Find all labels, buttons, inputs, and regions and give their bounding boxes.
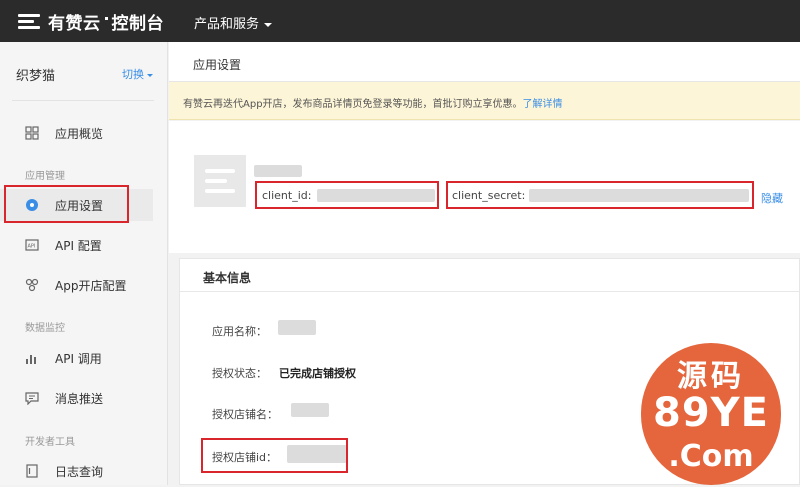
page-title: 应用设置	[193, 58, 242, 72]
section-developer-tools: 开发者工具	[25, 437, 75, 448]
products-services-label: 产品和服务	[194, 17, 260, 32]
sidebar-item-app-store-config[interactable]: App开店配置	[0, 269, 153, 301]
info-label-auth-status: 授权状态：	[212, 367, 267, 380]
hide-secret-link[interactable]: 隐藏	[761, 190, 783, 206]
app-credentials-card: client_id: client_secret:	[169, 121, 800, 253]
sidebar-item-label: 消息推送	[55, 391, 104, 406]
sidebar-item-api-calls[interactable]: API 调用	[0, 342, 153, 374]
highlight-box-client-secret	[446, 181, 754, 209]
sidebar-item-label: 应用概览	[55, 126, 104, 141]
switch-label: 切换	[122, 68, 144, 81]
brand-logo[interactable]: 有赞云 控制台	[18, 10, 164, 34]
store-name: 织梦猫	[16, 69, 56, 84]
auth-status-value: 已完成店铺授权	[279, 367, 356, 380]
chevron-down-icon	[147, 73, 153, 77]
top-navigation-bar: 有赞云 控制台 产品和服务	[0, 0, 800, 42]
sidebar-item-label: 日志查询	[55, 464, 104, 479]
store-name-value-redacted	[291, 403, 329, 417]
share-nodes-icon	[25, 278, 39, 292]
notice-message: 有赞云再迭代App开店，发布商品详情页免登录等功能，首批订购立享优惠。	[183, 99, 523, 110]
basic-info-divider	[180, 291, 800, 292]
section-app-management: 应用管理	[25, 171, 65, 182]
sidebar-item-api-config[interactable]: API API 配置	[0, 229, 153, 261]
console-label: 控制台	[111, 13, 164, 34]
bar-chart-icon	[25, 351, 39, 365]
sidebar-item-label: App开店配置	[55, 278, 127, 293]
watermark-badge: 源码 89YE .Com	[641, 343, 781, 485]
info-label-store-name: 授权店铺名：	[212, 408, 278, 421]
grid-icon	[25, 126, 39, 140]
highlight-box-store-id	[201, 438, 348, 473]
youzan-logo-icon	[18, 12, 42, 30]
notice-text: 有赞云再迭代App开店，发布商品详情页免登录等功能，首批订购立享优惠。了解详情	[183, 95, 563, 110]
chevron-down-icon	[264, 22, 273, 27]
basic-info-title: 基本信息	[203, 271, 252, 285]
watermark-line-3: .Com	[668, 439, 754, 474]
info-label-app-name: 应用名称：	[212, 325, 267, 338]
page-header: 应用设置	[169, 42, 800, 82]
section-data-monitoring: 数据监控	[25, 323, 65, 334]
sidebar-item-app-overview[interactable]: 应用概览	[0, 117, 153, 149]
watermark-line-1: 源码	[677, 359, 745, 394]
app-logo	[194, 155, 246, 207]
sidebar-item-message-push[interactable]: 消息推送	[0, 382, 153, 414]
watermark-line-2: 89YE	[653, 390, 769, 436]
products-services-menu[interactable]: 产品和服务	[194, 13, 273, 32]
svg-text:API: API	[28, 244, 36, 250]
highlight-box-app-settings	[4, 185, 129, 223]
app-name-value-redacted	[278, 320, 316, 335]
log-icon	[25, 464, 39, 478]
brand-name: 有赞云	[48, 13, 101, 34]
app-name-redacted	[254, 165, 302, 177]
highlight-box-client-id	[255, 181, 439, 209]
sidebar-divider	[12, 100, 154, 101]
sidebar-item-label: API 配置	[55, 238, 102, 253]
brand-separator	[104, 16, 108, 20]
api-config-icon: API	[25, 238, 39, 252]
sidebar-item-log-query[interactable]: 日志查询	[0, 455, 153, 487]
switch-store-button[interactable]: 切换	[122, 66, 153, 82]
sidebar-item-label: API 调用	[55, 351, 102, 366]
message-icon	[25, 391, 39, 406]
notice-banner: 有赞云再迭代App开店，发布商品详情页免登录等功能，首批订购立享优惠。了解详情	[169, 82, 800, 120]
learn-more-link[interactable]: 了解详情	[523, 99, 563, 110]
sidebar: 织梦猫 切换 应用概览 应用管理 应用设置 API API 配置 App开店配置…	[0, 42, 168, 485]
